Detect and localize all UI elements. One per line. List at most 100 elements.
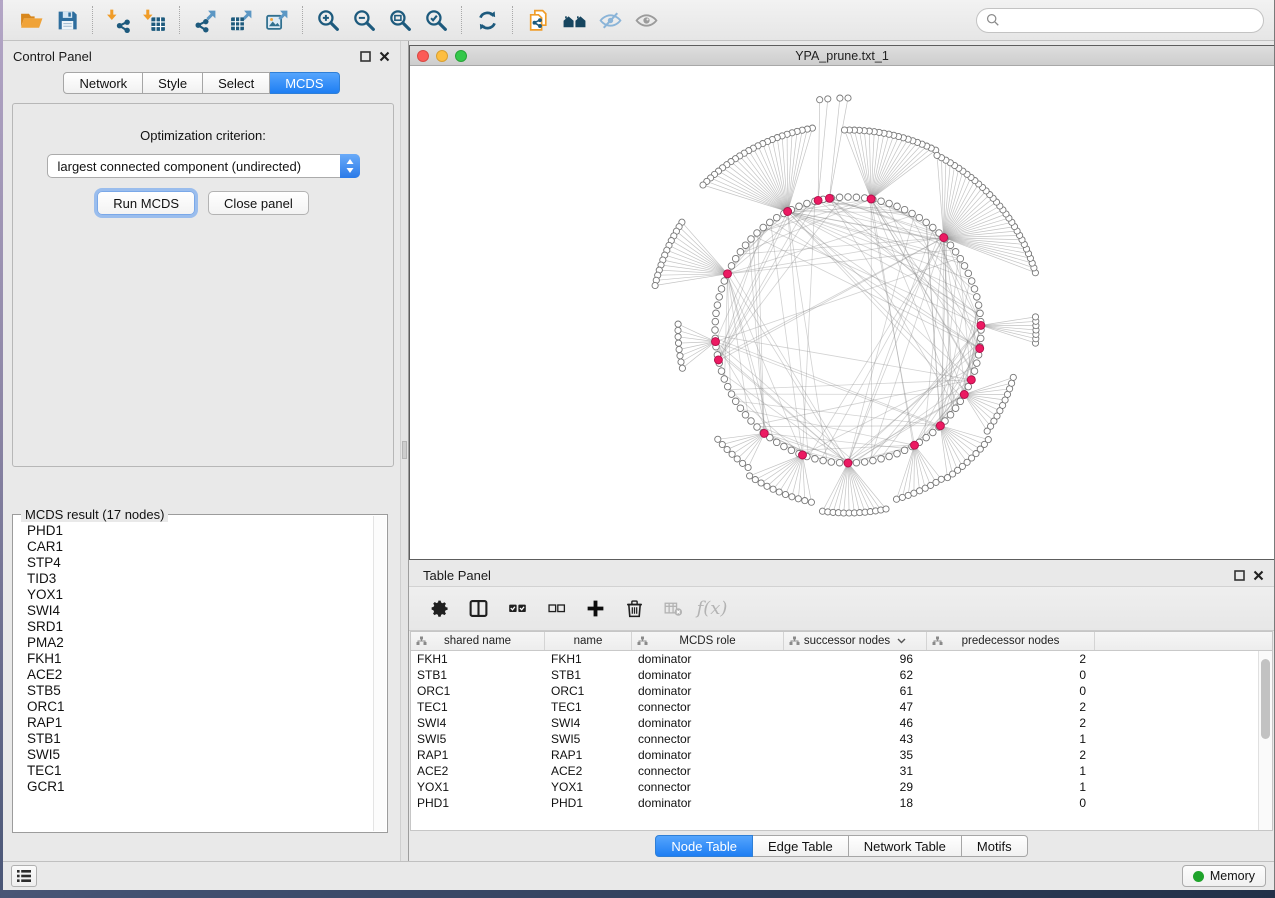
zoom-in-button[interactable] <box>310 4 346 36</box>
result-node-item[interactable]: PHD1 <box>27 523 373 539</box>
table-row[interactable]: YOX1YOX1connector291 <box>411 779 1258 795</box>
divider-grip[interactable] <box>402 441 407 459</box>
result-node-item[interactable]: CAR1 <box>27 539 373 555</box>
search-input[interactable] <box>1006 13 1254 27</box>
result-node-item[interactable]: SWI4 <box>27 603 373 619</box>
table-row[interactable]: STB1STB1dominator620 <box>411 667 1258 683</box>
show-all-button[interactable] <box>628 4 664 36</box>
optimization-criterion-select[interactable]: largest connected component (undirected) <box>47 154 360 178</box>
column-header-successor-nodes[interactable]: successor nodes <box>784 632 927 650</box>
columns-button[interactable] <box>466 597 490 621</box>
zoom-selected-button[interactable] <box>418 4 454 36</box>
unselect-all-button[interactable] <box>544 597 568 621</box>
result-node-item[interactable]: SRD1 <box>27 619 373 635</box>
cell-MCDS-role: connector <box>632 763 784 779</box>
cell-shared-name: STB1 <box>411 667 545 683</box>
tab-select[interactable]: Select <box>203 72 270 94</box>
select-all-button[interactable] <box>505 597 529 621</box>
result-node-item[interactable]: STB5 <box>27 683 373 699</box>
network-canvas[interactable] <box>410 66 1274 559</box>
split-divider[interactable] <box>400 41 409 861</box>
mcds-result-list: PHD1CAR1STP4TID3YOX1SWI4SRD1PMA2FKH1ACE2… <box>14 516 373 831</box>
column-type-icon <box>416 636 427 649</box>
tab-edge-table[interactable]: Edge Table <box>753 835 849 857</box>
cell-successor-nodes: 61 <box>784 683 927 699</box>
column-label: MCDS role <box>679 635 735 647</box>
table-row[interactable]: TEC1TEC1connector472 <box>411 699 1258 715</box>
first-neighbors-button[interactable] <box>556 4 592 36</box>
close-panel-icon[interactable] <box>1253 570 1264 581</box>
search-box[interactable] <box>976 8 1264 33</box>
result-node-item[interactable]: YOX1 <box>27 587 373 603</box>
column-header-shared-name[interactable]: shared name <box>411 632 545 650</box>
cell-successor-nodes: 43 <box>784 731 927 747</box>
apply-layout-button[interactable] <box>469 4 505 36</box>
result-node-item[interactable]: FKH1 <box>27 651 373 667</box>
optimization-criterion-label: Optimization criterion: <box>13 128 393 143</box>
cell-successor-nodes: 47 <box>784 699 927 715</box>
toolbar-separator <box>512 6 513 34</box>
cell-shared-name: PHD1 <box>411 795 545 811</box>
sort-desc-icon <box>897 638 906 644</box>
export-table-button[interactable] <box>223 4 259 36</box>
gear-button[interactable] <box>427 597 451 621</box>
add-row-button[interactable] <box>583 597 607 621</box>
table-row[interactable]: ACE2ACE2connector311 <box>411 763 1258 779</box>
close-panel-button[interactable]: Close panel <box>208 191 309 215</box>
column-header-predecessor-nodes[interactable]: predecessor nodes <box>927 632 1095 650</box>
result-node-item[interactable]: STB1 <box>27 731 373 747</box>
zoom-selected-icon <box>424 8 449 33</box>
float-panel-icon[interactable] <box>1234 570 1245 581</box>
share-document-button[interactable] <box>520 4 556 36</box>
result-node-item[interactable]: STP4 <box>27 555 373 571</box>
delete-table-button[interactable] <box>661 597 685 621</box>
tab-network[interactable]: Network <box>63 72 143 94</box>
result-node-item[interactable]: ACE2 <box>27 667 373 683</box>
tab-node-table[interactable]: Node Table <box>655 835 753 857</box>
table-scrollbar[interactable] <box>1258 651 1272 830</box>
table-row[interactable]: PHD1PHD1dominator180 <box>411 795 1258 811</box>
column-label: predecessor nodes <box>962 635 1060 647</box>
cell-MCDS-role: connector <box>632 731 784 747</box>
delete-row-button[interactable] <box>622 597 646 621</box>
mcds-result-scrollbar[interactable] <box>373 516 386 831</box>
add-row-icon <box>585 598 606 619</box>
result-node-item[interactable]: GCR1 <box>27 779 373 795</box>
save-session-button[interactable] <box>49 4 85 36</box>
open-session-button[interactable] <box>13 4 49 36</box>
memory-button[interactable]: Memory <box>1182 865 1266 887</box>
table-row[interactable]: SWI4SWI4dominator462 <box>411 715 1258 731</box>
task-history-button[interactable] <box>11 865 37 887</box>
tab-style[interactable]: Style <box>143 72 203 94</box>
result-node-item[interactable]: TID3 <box>27 571 373 587</box>
table-scrollbar-thumb[interactable] <box>1261 659 1270 739</box>
zoom-out-button[interactable] <box>346 4 382 36</box>
column-header-name[interactable]: name <box>545 632 632 650</box>
result-node-item[interactable]: RAP1 <box>27 715 373 731</box>
result-node-item[interactable]: PMA2 <box>27 635 373 651</box>
export-image-button[interactable] <box>259 4 295 36</box>
result-node-item[interactable]: TEC1 <box>27 763 373 779</box>
table-row[interactable]: FKH1FKH1dominator962 <box>411 651 1258 667</box>
column-header-MCDS-role[interactable]: MCDS role <box>632 632 784 650</box>
table-row[interactable]: SWI5SWI5connector431 <box>411 731 1258 747</box>
import-network-button[interactable] <box>100 4 136 36</box>
close-panel-icon[interactable] <box>379 51 390 62</box>
export-network-button[interactable] <box>187 4 223 36</box>
hide-selected-button[interactable] <box>592 4 628 36</box>
tab-mcds[interactable]: MCDS <box>270 72 339 94</box>
result-node-item[interactable]: ORC1 <box>27 699 373 715</box>
import-table-button[interactable] <box>136 4 172 36</box>
tab-motifs[interactable]: Motifs <box>962 835 1028 857</box>
zoom-fit-button[interactable] <box>382 4 418 36</box>
cell-MCDS-role: dominator <box>632 651 784 667</box>
table-row[interactable]: RAP1RAP1dominator352 <box>411 747 1258 763</box>
function-builder-button[interactable]: f(x) <box>700 597 724 621</box>
tab-network-table[interactable]: Network Table <box>849 835 962 857</box>
result-node-item[interactable]: SWI5 <box>27 747 373 763</box>
float-panel-icon[interactable] <box>360 51 371 62</box>
network-window-titlebar[interactable]: YPA_prune.txt_1 <box>410 46 1274 66</box>
run-mcds-button[interactable]: Run MCDS <box>97 191 195 215</box>
table-row[interactable]: ORC1ORC1dominator610 <box>411 683 1258 699</box>
control-panel-title: Control Panel <box>13 49 92 64</box>
